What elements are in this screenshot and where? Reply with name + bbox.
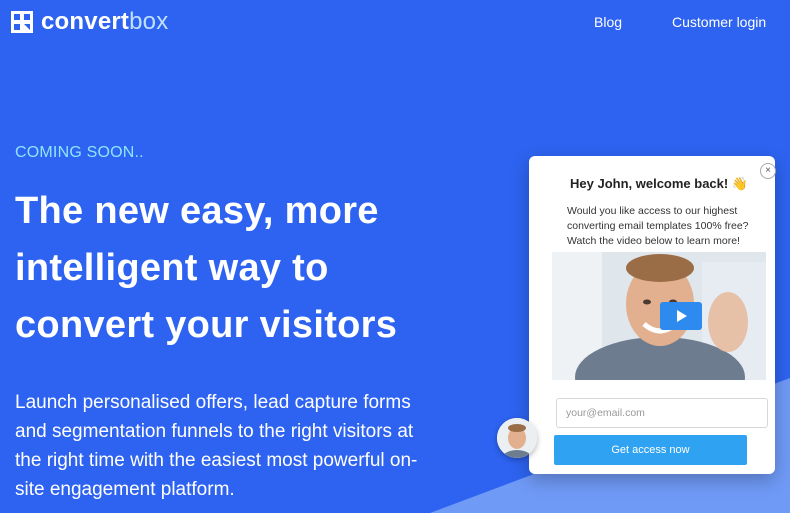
- nav-customer-login-link[interactable]: Customer login: [672, 14, 766, 30]
- logo[interactable]: convertbox: [11, 8, 168, 36]
- hero-subtitle-line: the right time with the easiest most pow…: [15, 450, 418, 471]
- hero-subtitle-line: Launch personalised offers, lead capture…: [15, 392, 411, 413]
- hero-title-line: convert your visitors: [15, 304, 398, 346]
- avatar-image: [497, 418, 537, 458]
- logo-text: convertbox: [41, 8, 169, 35]
- hero-title-line: intelligent way to: [15, 247, 329, 289]
- play-icon[interactable]: [660, 302, 702, 330]
- popup-message-line: Would you like access to our highest: [567, 205, 738, 217]
- popup-message: Would you like access to our highest con…: [567, 204, 767, 249]
- email-input[interactable]: [556, 398, 768, 428]
- hero-subtitle-line: site engagement platform.: [15, 479, 235, 500]
- logo-icon: [11, 11, 33, 33]
- popup-message-line: converting email templates 100% free?: [567, 220, 749, 232]
- hero-title: The new easy, more intelligent way to co…: [15, 183, 475, 354]
- get-access-button[interactable]: Get access now: [554, 435, 747, 465]
- hero-subtitle-line: and segmentation funnels to the right vi…: [15, 421, 414, 442]
- hero-subtitle: Launch personalised offers, lead capture…: [15, 388, 485, 504]
- popup-message-line: Watch the video below to learn more!: [567, 235, 740, 247]
- nav-blog-link[interactable]: Blog: [594, 14, 622, 30]
- video-thumbnail: [552, 252, 766, 380]
- hero-title-line: The new easy, more: [15, 190, 379, 232]
- close-icon[interactable]: ×: [760, 163, 776, 179]
- popup-title: Hey John, welcome back! 👋: [570, 176, 749, 191]
- avatar[interactable]: [497, 418, 537, 458]
- coming-soon-label: COMING SOON..: [15, 144, 144, 161]
- welcome-popup: Hey John, welcome back! 👋 Would you like…: [529, 156, 775, 474]
- video-player[interactable]: [552, 252, 766, 380]
